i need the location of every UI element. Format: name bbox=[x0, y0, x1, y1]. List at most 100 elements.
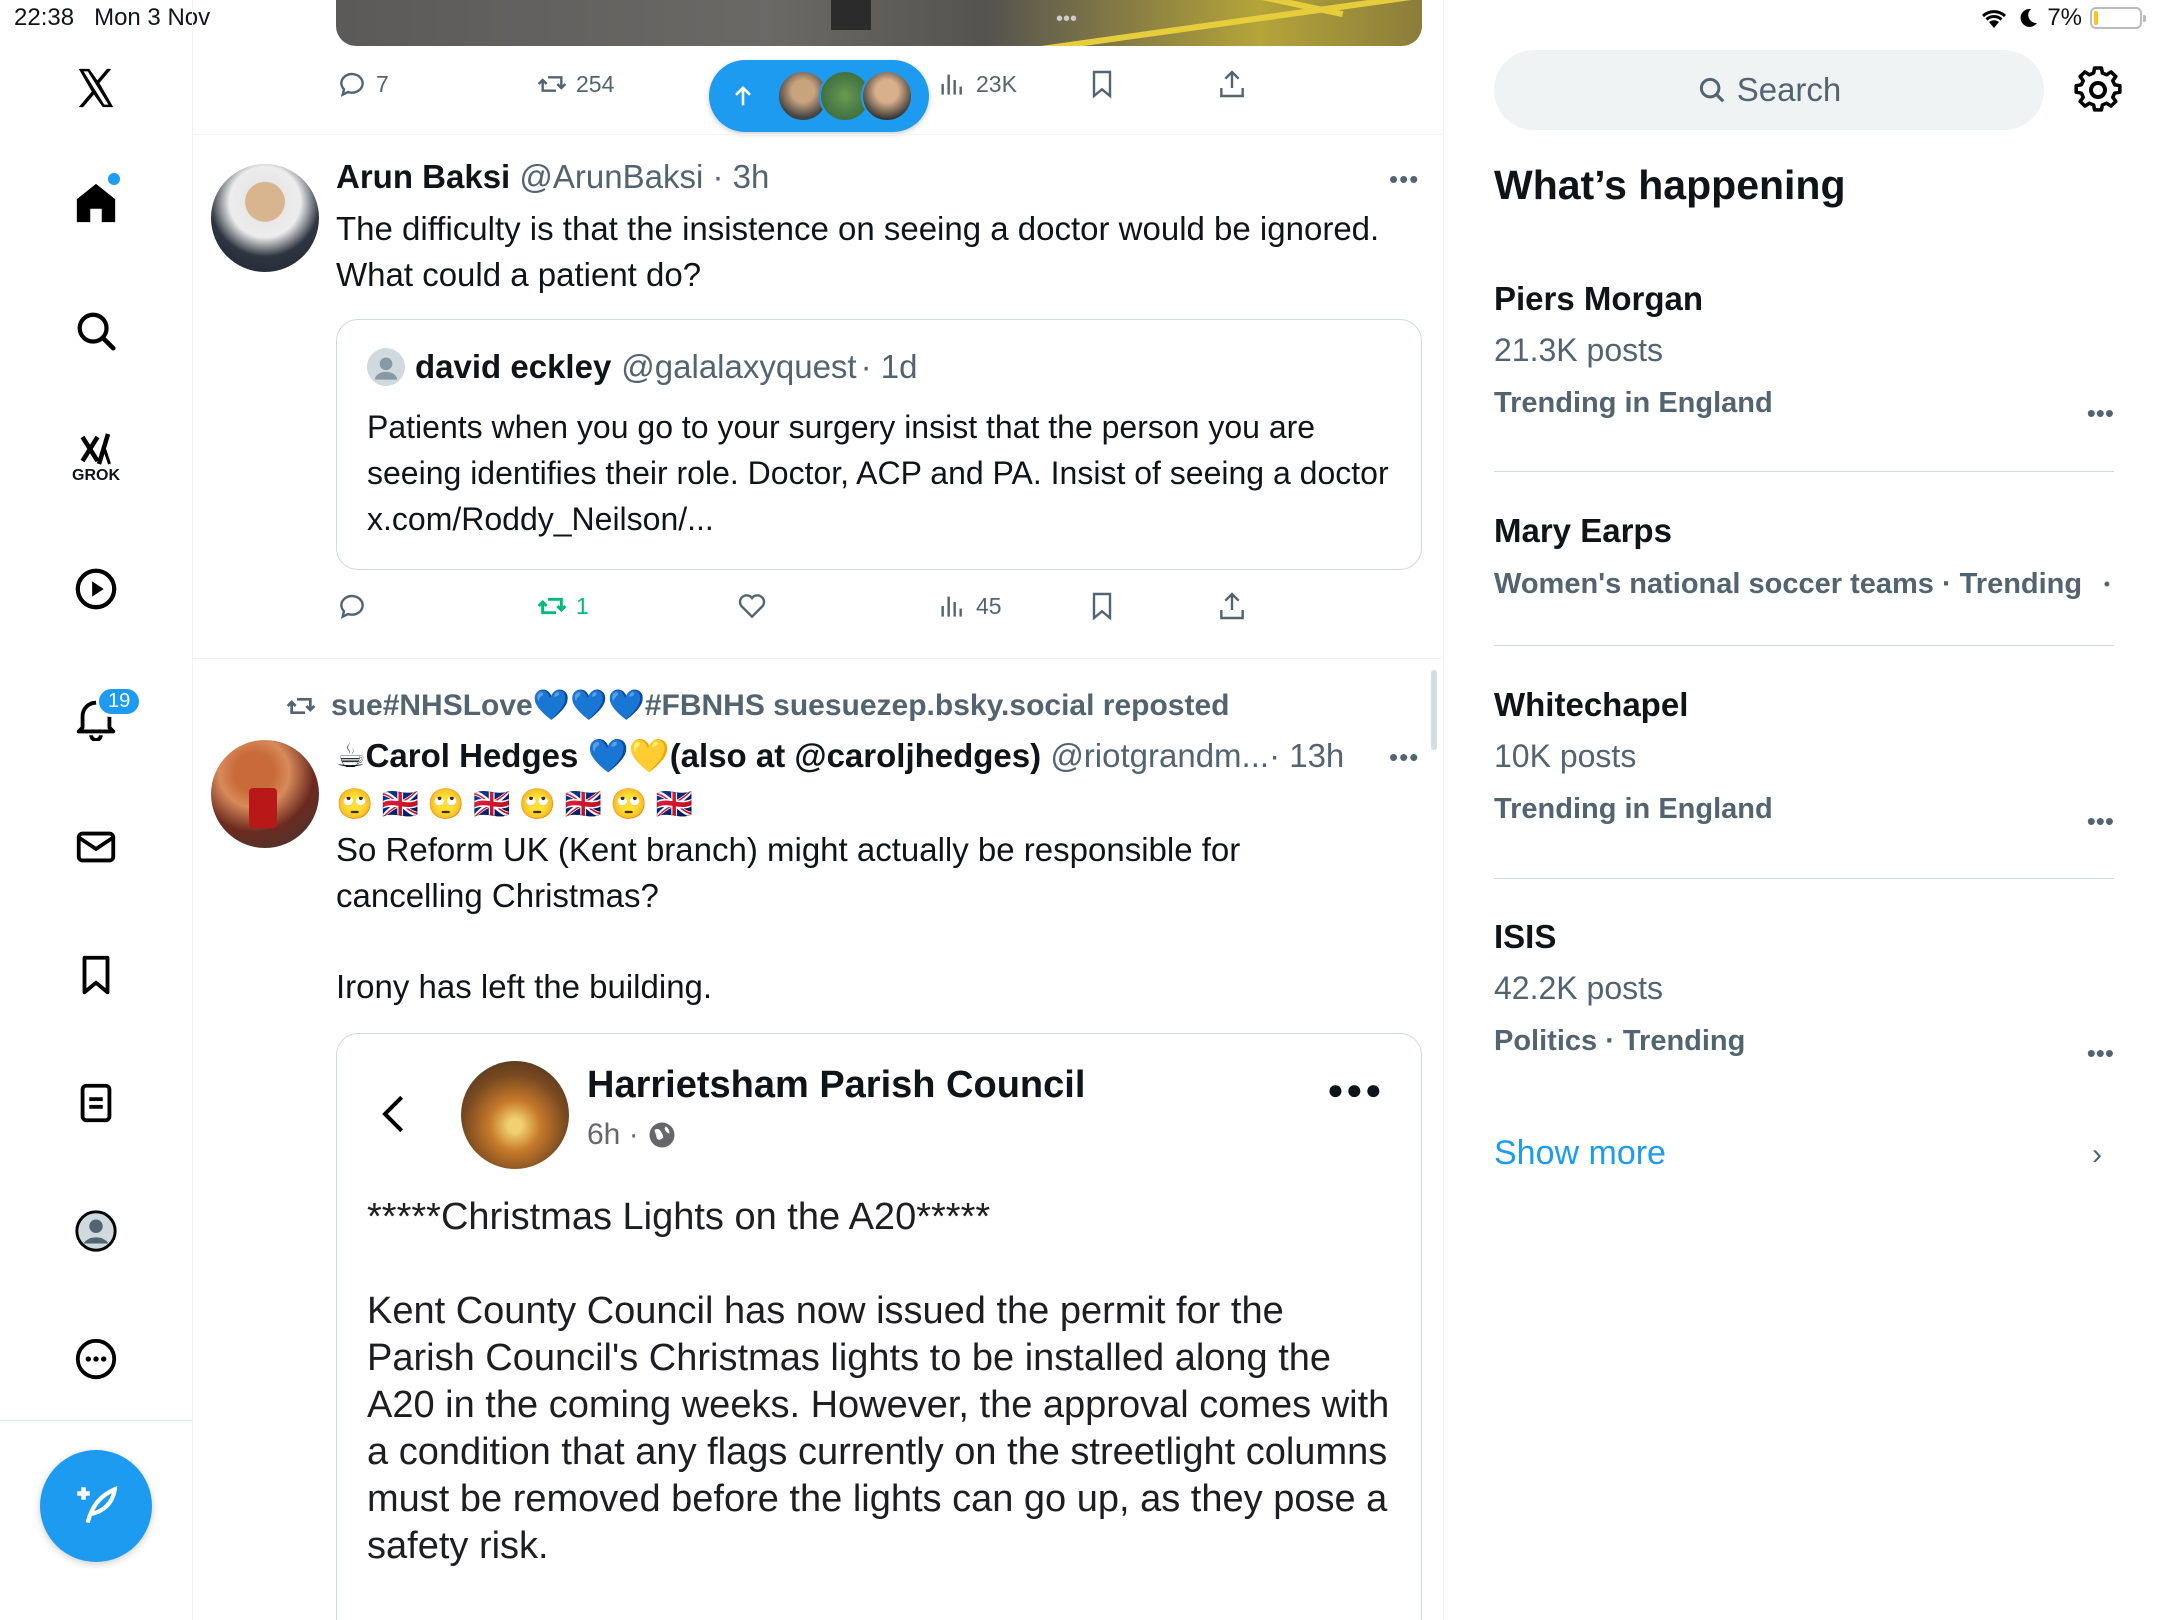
views-count: 45 bbox=[976, 592, 1002, 619]
trend-more-icon[interactable]: ••• bbox=[2087, 806, 2114, 837]
notifications-badge: 19 bbox=[96, 686, 143, 717]
home-icon[interactable] bbox=[56, 163, 136, 243]
share-action[interactable] bbox=[1216, 68, 1248, 100]
bookmark-icon bbox=[1092, 70, 1112, 99]
share-icon bbox=[1220, 592, 1244, 620]
quote-author-name: david eckley bbox=[415, 348, 612, 385]
search-input[interactable]: Search bbox=[1494, 50, 2044, 130]
reposter-name-part2: #FBNHS suesuezep.bsky.social reposted bbox=[644, 689, 1230, 722]
repost-count: 1 bbox=[576, 592, 589, 619]
repost-action[interactable]: 254 bbox=[536, 68, 614, 100]
bookmark-action[interactable] bbox=[1086, 590, 1118, 622]
author-handle[interactable]: @riotgrandm... bbox=[1050, 737, 1269, 774]
tweet-more-icon[interactable]: ••• bbox=[1389, 742, 1419, 773]
quote-header: david eckley @galalaxyquest · 1d bbox=[367, 348, 917, 386]
heart-icon bbox=[738, 594, 766, 619]
compose-post-button[interactable] bbox=[40, 1450, 152, 1562]
new-posts-pill[interactable] bbox=[709, 60, 929, 132]
arrow-up-icon bbox=[735, 86, 751, 106]
more-options-icon[interactable] bbox=[56, 1319, 136, 1399]
left-nav: GROK 19 bbox=[0, 0, 193, 1620]
trend-item[interactable]: ISIS 42.2K posts Politics · Trending bbox=[1494, 918, 2114, 1058]
trend-posts: 21.3K posts bbox=[1494, 332, 1663, 368]
views-action[interactable]: 23K bbox=[936, 68, 1017, 100]
tweet-actions: 1 45 bbox=[336, 590, 1336, 630]
timeline: ••• 7 254 23K Arun Baksi @ArunBaksi · 3h… bbox=[193, 0, 1444, 1620]
tweet-text: So Reform UK (Kent branch) might actuall… bbox=[336, 831, 1241, 914]
trend-title: Mary Earps bbox=[1494, 512, 1672, 549]
back-chevron-icon bbox=[382, 1095, 404, 1133]
views-chart-icon bbox=[941, 74, 962, 95]
tweet-text-line2: Irony has left the building. bbox=[336, 968, 713, 1005]
scrollbar-thumb[interactable] bbox=[1431, 670, 1437, 750]
trend-item[interactable]: Mary Earps Women's national soccer teams… bbox=[1494, 512, 2114, 601]
reposter-name-part1: sue#NHSLove bbox=[331, 689, 533, 722]
settings-gear-icon[interactable] bbox=[2074, 66, 2122, 114]
tweet-text: The difficulty is that the insistence on… bbox=[336, 210, 1380, 293]
page-avatar bbox=[461, 1061, 569, 1169]
repost-icon bbox=[286, 697, 316, 714]
bookmark-icon bbox=[1092, 592, 1112, 621]
post-body: Kent County Council has now issued the p… bbox=[367, 1290, 1390, 1567]
author-handle[interactable]: @ArunBaksi bbox=[519, 158, 703, 195]
profile-avatar-icon[interactable] bbox=[56, 1191, 136, 1271]
whats-happening-title: What’s happening bbox=[1494, 162, 1846, 208]
x-logo-icon[interactable] bbox=[56, 48, 136, 128]
trend-title: Piers Morgan bbox=[1494, 280, 1704, 317]
bookmarks-icon[interactable] bbox=[56, 935, 136, 1015]
author-avatar[interactable] bbox=[211, 740, 319, 848]
tweet-divider bbox=[193, 134, 1443, 135]
views-action[interactable]: 45 bbox=[936, 590, 1002, 622]
trend-context: Women's national soccer teams · Trending bbox=[1494, 568, 2083, 600]
author-avatar[interactable] bbox=[211, 164, 319, 272]
explore-search-icon[interactable] bbox=[56, 291, 136, 371]
like-action[interactable] bbox=[736, 590, 768, 622]
trend-divider bbox=[1494, 645, 2114, 646]
trend-item[interactable]: Whitechapel 10K posts Trending in Englan… bbox=[1494, 686, 2114, 826]
trend-posts: 42.2K posts bbox=[1494, 970, 1663, 1006]
pill-avatar-3 bbox=[861, 70, 913, 122]
quote-author-handle: @galalaxyquest bbox=[621, 348, 857, 385]
trend-more-icon[interactable]: • bbox=[2104, 574, 2110, 595]
notifications-bell-icon[interactable]: 19 bbox=[56, 678, 143, 758]
views-chart-icon bbox=[941, 596, 962, 617]
trend-divider bbox=[1494, 471, 2114, 472]
tweet-time[interactable]: · 3h bbox=[712, 158, 769, 195]
blue-heart-emoji: 💙 bbox=[587, 737, 629, 774]
grok-icon[interactable]: GROK bbox=[56, 418, 136, 498]
trend-item[interactable]: Piers Morgan 21.3K posts Trending in Eng… bbox=[1494, 280, 2114, 420]
trend-more-icon[interactable]: ••• bbox=[2087, 1038, 2114, 1069]
video-play-icon[interactable] bbox=[56, 549, 136, 629]
share-action[interactable] bbox=[1216, 590, 1248, 622]
tweet-more-icon[interactable]: ••• bbox=[1389, 164, 1419, 195]
repost-icon bbox=[537, 76, 567, 92]
trend-divider bbox=[1494, 878, 2114, 879]
previous-tweet-media[interactable]: ••• bbox=[336, 0, 1422, 46]
repost-context[interactable]: sue#NHSLove💙💙💙#FBNHS suesuezep.bsky.soci… bbox=[285, 688, 1229, 723]
default-avatar-icon bbox=[367, 348, 405, 386]
share-icon bbox=[1220, 70, 1244, 98]
trend-more-icon[interactable]: ••• bbox=[2087, 398, 2114, 429]
reply-action[interactable] bbox=[336, 590, 368, 622]
tweet-header: Arun Baksi @ArunBaksi · 3h bbox=[336, 158, 769, 196]
author-name[interactable]: Carol Hedges bbox=[366, 737, 579, 774]
tweet-time[interactable]: · 13h bbox=[1269, 737, 1344, 774]
globe-icon bbox=[649, 1122, 675, 1148]
trend-context: Trending in England bbox=[1494, 387, 1773, 419]
nav-divider bbox=[0, 1420, 192, 1421]
search-placeholder: Search bbox=[1736, 71, 1842, 108]
repost-action[interactable]: 1 bbox=[536, 590, 589, 622]
author-name[interactable]: Arun Baksi bbox=[336, 158, 510, 195]
reply-count: 7 bbox=[376, 70, 389, 97]
quoted-tweet[interactable]: david eckley @galalaxyquest · 1d Patient… bbox=[336, 319, 1422, 570]
show-more-link[interactable]: Show more bbox=[1494, 1134, 1666, 1173]
messages-envelope-icon[interactable] bbox=[56, 807, 136, 887]
post-time: 6h · bbox=[587, 1118, 639, 1151]
reply-action[interactable]: 7 bbox=[336, 68, 389, 100]
tweet-media-screenshot[interactable]: Harrietsham Parish Council 6h · ●●● ****… bbox=[336, 1033, 1422, 1620]
page-name: Harrietsham Parish Council bbox=[587, 1064, 1086, 1106]
bookmark-action[interactable] bbox=[1086, 68, 1118, 100]
lists-document-icon[interactable] bbox=[56, 1063, 136, 1143]
trend-context: Trending in England bbox=[1494, 793, 1773, 825]
author-name-suffix[interactable]: (also at @caroljhedges) bbox=[670, 737, 1041, 774]
